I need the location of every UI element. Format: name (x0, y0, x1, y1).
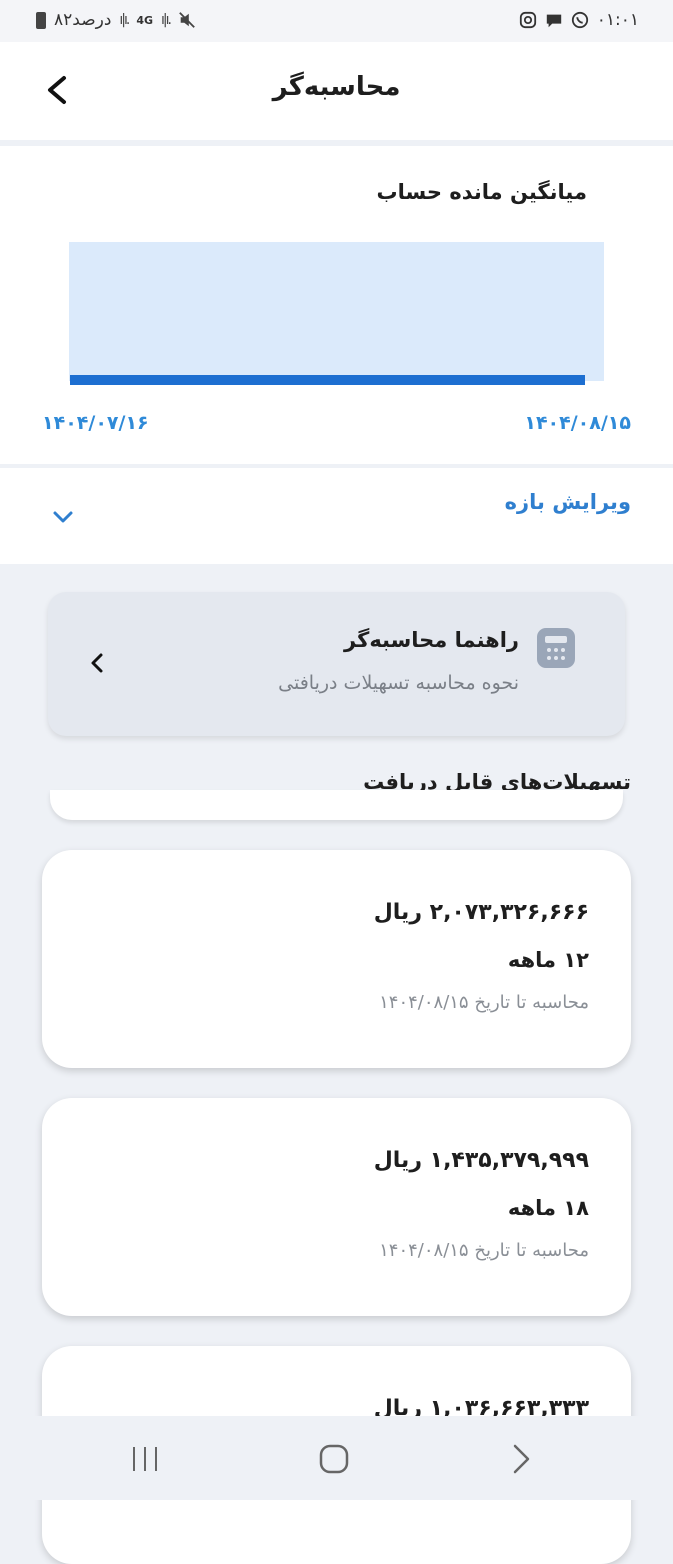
loan-card[interactable]: ۱,۴۳۵,۳۷۹,۹۹۹ ریال ۱۸ ماهه محاسبه تا تار… (42, 1098, 631, 1316)
clock: ۰۱:۰۱ (596, 10, 639, 30)
x-tick-end: ۱۴۰۴/۰۸/۱۵ (524, 412, 631, 434)
loan-amount: ۱,۴۳۵,۳۷۹,۹۹۹ ریال (373, 1148, 589, 1173)
range-editor[interactable]: ویرایش بازه (0, 468, 673, 564)
balance-chart-card: میانگین مانده حساب ۱۴۰۴/۰۷/۱۶ ۱۴۰۴/۰۸/۱۵ (0, 146, 673, 464)
app-bar: محاسبه‌گر (0, 42, 673, 140)
chat-icon (546, 14, 561, 28)
home-icon[interactable] (317, 1442, 351, 1476)
x-tick-start: ۱۴۰۴/۰۷/۱۶ (42, 412, 149, 434)
back-nav-icon[interactable] (504, 1442, 538, 1476)
page-title: محاسبه‌گر (272, 72, 401, 102)
loan-date-note: محاسبه تا تاریخ ۱۴۰۴/۰۸/۱۵ (379, 1240, 589, 1261)
loan-term: ۱۲ ماهه (507, 948, 589, 972)
battery-percent: ۸۲درصد (54, 10, 112, 30)
chart-series-line (70, 375, 585, 385)
guide-title: راهنما محاسبه‌گر (344, 628, 519, 652)
loan-term: ۱۸ ماهه (507, 1196, 589, 1220)
signal-icon-2: ı|ı. (161, 12, 172, 28)
scrolled-card-edge (50, 790, 623, 820)
status-left: ۸۲درصد ı|ı. 4G ı|ı. (36, 10, 196, 30)
chevron-left-icon[interactable] (86, 650, 108, 676)
system-nav-bar (0, 1416, 673, 1500)
status-right: ۰۱:۰۱ (519, 10, 639, 30)
status-bar: ۸۲درصد ı|ı. 4G ı|ı. ۰۱:۰۱ (0, 0, 673, 42)
signal-icon: ı|ı. (119, 12, 130, 28)
chart-area-fill (69, 242, 604, 381)
chevron-down-icon[interactable] (50, 504, 76, 530)
loan-card[interactable]: ۲,۰۷۳,۳۲۶,۶۶۶ ریال ۱۲ ماهه محاسبه تا تار… (42, 850, 631, 1068)
guide-subtitle: نحوه محاسبه تسهیلات دریافتی (278, 672, 519, 694)
instagram-icon (519, 11, 536, 29)
recent-apps-icon[interactable] (128, 1442, 162, 1476)
loan-date-note: محاسبه تا تاریخ ۱۴۰۴/۰۸/۱۵ (379, 992, 589, 1013)
battery-icon (36, 11, 46, 29)
calculator-icon (537, 628, 575, 668)
whatsapp-icon (571, 11, 588, 29)
mute-icon (179, 12, 195, 28)
calculator-guide-card[interactable]: راهنما محاسبه‌گر نحوه محاسبه تسهیلات دری… (48, 592, 625, 736)
edit-range-label[interactable]: ویرایش بازه (505, 490, 631, 514)
loan-amount: ۲,۰۷۳,۳۲۶,۶۶۶ ریال (373, 900, 589, 925)
network-type: 4G (136, 13, 154, 27)
